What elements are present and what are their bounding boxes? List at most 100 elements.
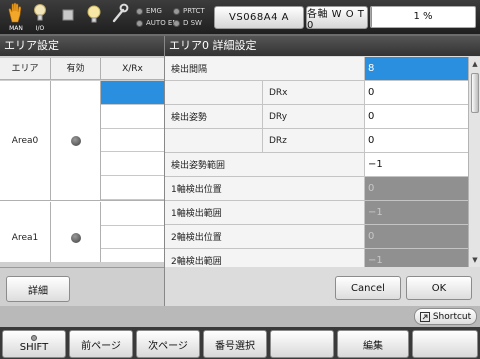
- f4-number-select-button[interactable]: 番号選択: [203, 330, 267, 358]
- area-settings-title: エリア設定: [0, 36, 164, 56]
- row-label: 1軸検出位置: [165, 177, 365, 200]
- lamp-glyph: [87, 5, 101, 23]
- io-caption: I/O: [35, 25, 45, 32]
- column-enabled: 有効: [51, 58, 101, 79]
- detail-button[interactable]: 詳細: [6, 276, 70, 302]
- d-sw-indicator: D SW: [173, 19, 202, 28]
- area-row-1[interactable]: Area1: [0, 202, 164, 262]
- wrench-glyph: [112, 3, 129, 23]
- table-cell[interactable]: [101, 249, 164, 262]
- emg-label: EMG: [146, 7, 162, 15]
- status-bar: MAN I/O EMG AUTO EN PRTCT D SW VS068A4 A…: [0, 0, 480, 34]
- row-sub-label: DRx: [263, 81, 365, 104]
- io-lamp-icon[interactable]: I/O: [30, 2, 50, 32]
- area-detail-dialog: エリア0 詳細設定 検出間隔 8 検出姿勢 DRx 0 DRy 0 DRz 0 …: [164, 36, 480, 306]
- f2-prev-page-button[interactable]: 前ページ: [69, 330, 133, 358]
- value-cell-disabled: 0: [365, 177, 468, 200]
- speed-progress[interactable]: 1 %: [370, 6, 476, 28]
- table-cell[interactable]: [101, 225, 164, 250]
- emg-indicator: EMG: [136, 7, 162, 16]
- value-cell-disabled: −1: [365, 201, 468, 224]
- value-cell-disabled: 0: [365, 225, 468, 248]
- table-cell[interactable]: [101, 176, 164, 200]
- area-settings-panel: エリア設定 エリア 有効 X/Rx Area0 Area1 詳細: [0, 36, 164, 306]
- row-posture-range[interactable]: 検出姿勢範囲 −1: [165, 153, 468, 177]
- row-axis1-position: 1軸検出位置 0: [165, 177, 468, 201]
- column-area: エリア: [0, 58, 51, 79]
- table-cell[interactable]: [101, 104, 164, 129]
- value-cell[interactable]: −1: [365, 153, 468, 176]
- area-name: Area0: [0, 81, 51, 200]
- auto-en-indicator: AUTO EN: [136, 19, 178, 28]
- row-label: 検出間隔: [165, 57, 365, 80]
- value-cell[interactable]: 0: [365, 129, 468, 152]
- f7-button[interactable]: [412, 330, 478, 358]
- io-lamp-glyph: [34, 4, 46, 21]
- d-sw-label: D SW: [183, 19, 202, 27]
- prtct-indicator: PRTCT: [173, 7, 205, 16]
- prtct-label: PRTCT: [183, 7, 205, 15]
- shortcut-icon: [419, 311, 430, 322]
- auto-en-led: [136, 19, 143, 27]
- row-sub-label: DRz: [263, 129, 365, 152]
- f5-button[interactable]: [270, 330, 334, 358]
- value-cell[interactable]: 8: [365, 57, 468, 80]
- row-label: 2軸検出位置: [165, 225, 365, 248]
- row-dry[interactable]: DRy 0: [165, 105, 468, 129]
- stop-icon[interactable]: [58, 2, 78, 32]
- axis-mode-button[interactable]: 各軸 W O T 0: [306, 6, 368, 31]
- area-name: Area1: [0, 202, 51, 262]
- emg-led: [136, 7, 143, 15]
- value-cell-disabled: −1: [365, 249, 468, 267]
- scroll-up-icon[interactable]: ▲: [469, 58, 480, 70]
- enabled-indicator-icon: [70, 135, 81, 146]
- row-sub-label: DRy: [263, 105, 365, 128]
- dialog-title: エリア0 詳細設定: [165, 36, 480, 56]
- area-x-cells: [101, 202, 164, 262]
- row-label: 検出姿勢範囲: [165, 153, 365, 176]
- shift-led: [31, 335, 37, 341]
- scroll-thumb[interactable]: [471, 73, 479, 113]
- d-sw-led: [173, 19, 180, 27]
- row-detect-interval[interactable]: 検出間隔 8: [165, 57, 468, 81]
- value-cell[interactable]: 0: [365, 81, 468, 104]
- area-row-0[interactable]: Area0: [0, 81, 164, 201]
- f6-edit-button[interactable]: 編集: [337, 330, 409, 358]
- wrench-icon[interactable]: [110, 2, 130, 32]
- value-cell[interactable]: 0: [365, 105, 468, 128]
- enabled-indicator-icon: [70, 232, 81, 243]
- row-axis2-position: 2軸検出位置 0: [165, 225, 468, 249]
- area-panel-footer: 詳細: [0, 267, 164, 306]
- shortcut-strip: Shortcut: [0, 306, 480, 327]
- f3-next-page-button[interactable]: 次ページ: [136, 330, 200, 358]
- column-x-rx: X/Rx: [122, 64, 143, 74]
- scroll-down-icon[interactable]: ▼: [469, 254, 480, 266]
- hand-glyph: [8, 2, 22, 23]
- row-label: 2軸検出範囲: [165, 249, 365, 267]
- detail-scrollbar[interactable]: ▲ ▼: [468, 57, 480, 267]
- cancel-button[interactable]: Cancel: [335, 276, 401, 300]
- table-cell[interactable]: [101, 152, 164, 177]
- prtct-led: [173, 7, 180, 15]
- area-table-header: エリア 有効 X/Rx: [0, 58, 164, 80]
- speed-progress-label: 1 %: [413, 11, 433, 22]
- ok-button[interactable]: OK: [406, 276, 472, 300]
- f1-label: SHIFT: [19, 342, 49, 353]
- row-axis2-range: 2軸検出範囲 −1: [165, 249, 468, 267]
- function-key-bar: SHIFT 前ページ 次ページ 番号選択 編集: [0, 327, 480, 359]
- table-cell-selected[interactable]: [101, 81, 164, 105]
- lamp-icon[interactable]: [84, 2, 104, 32]
- f1-shift-button[interactable]: SHIFT: [2, 330, 66, 358]
- area-enabled-toggle[interactable]: [51, 202, 101, 262]
- table-cell[interactable]: [101, 128, 164, 153]
- table-cell[interactable]: [101, 202, 164, 226]
- row-label: 1軸検出範囲: [165, 201, 365, 224]
- row-drx[interactable]: DRx 0: [165, 81, 468, 105]
- program-button[interactable]: VS068A4 A: [214, 6, 304, 29]
- row-drz[interactable]: DRz 0: [165, 129, 468, 153]
- hand-icon[interactable]: MAN: [6, 2, 26, 32]
- shortcut-button[interactable]: Shortcut: [414, 308, 477, 325]
- area-table-body: Area0 Area1: [0, 81, 164, 262]
- area-enabled-toggle[interactable]: [51, 81, 101, 200]
- shortcut-label: Shortcut: [432, 311, 472, 322]
